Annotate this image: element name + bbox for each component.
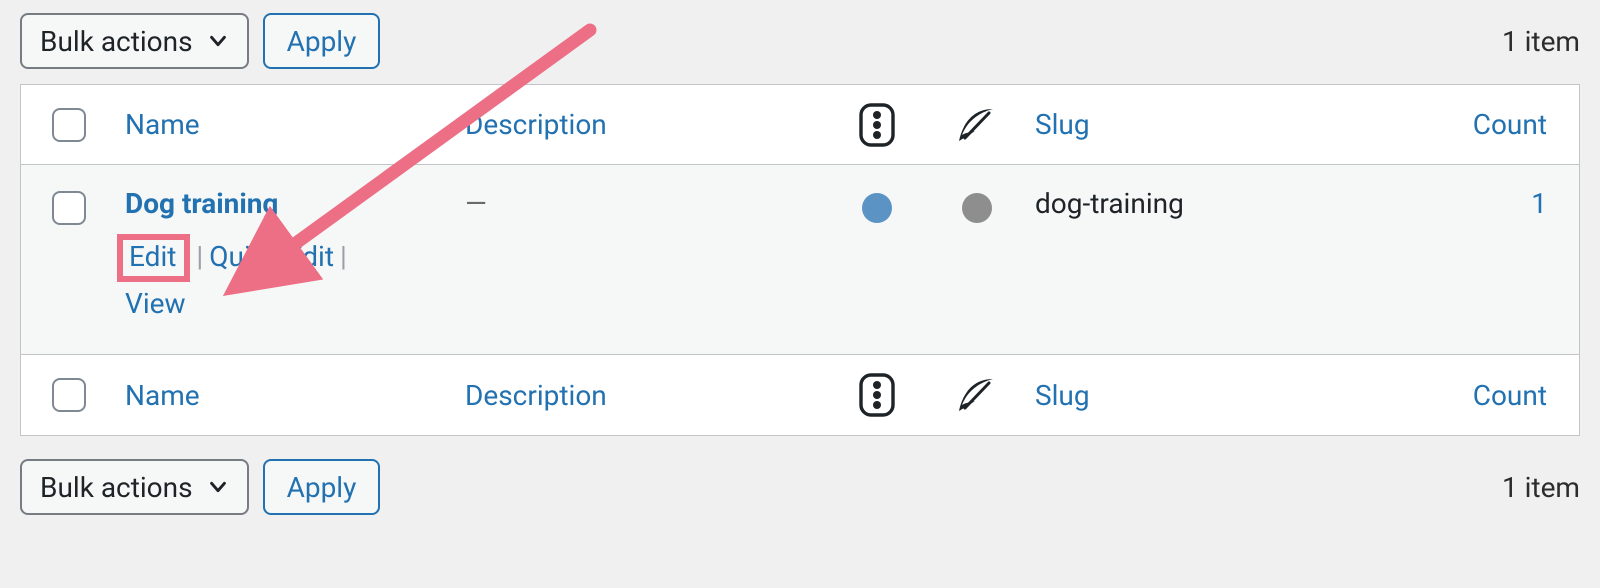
column-slug[interactable]: Slug (1035, 108, 1090, 141)
column-name-footer[interactable]: Name (125, 379, 200, 412)
select-all-checkbox-top[interactable] (52, 108, 86, 142)
terms-table: Name Description Slug Count (20, 84, 1580, 436)
bulk-actions-label-bottom: Bulk actions (40, 471, 193, 504)
column-traffic-light-icon[interactable] (827, 103, 927, 147)
annotation-highlight-edit: Edit (117, 234, 190, 282)
bulk-actions-select-bottom[interactable]: Bulk actions (20, 459, 249, 515)
item-count-bottom: 1 item (1502, 471, 1580, 504)
readability-indicator-grey (927, 187, 1027, 223)
column-feather-icon[interactable] (927, 105, 1027, 145)
table-header: Name Description Slug Count (21, 85, 1579, 165)
column-description[interactable]: Description (465, 108, 607, 141)
row-action-edit[interactable]: Edit (129, 240, 176, 273)
table-row: Dog training Edit |Quick Edit| View — do… (21, 165, 1579, 355)
column-description-footer[interactable]: Description (465, 379, 607, 412)
term-description: — (465, 187, 487, 220)
column-count-footer[interactable]: Count (1473, 379, 1547, 412)
bulk-actions-select-top[interactable]: Bulk actions (20, 13, 249, 69)
row-action-quick-edit[interactable]: Quick Edit (209, 240, 334, 273)
chevron-down-icon (207, 476, 229, 498)
select-all-checkbox-bottom[interactable] (52, 378, 86, 412)
column-traffic-light-icon-footer[interactable] (827, 373, 927, 417)
table-footer: Name Description Slug Count (21, 355, 1579, 435)
row-action-view[interactable]: View (125, 287, 186, 320)
row-checkbox[interactable] (52, 191, 86, 225)
bulk-actions-label: Bulk actions (40, 25, 193, 58)
term-title-link[interactable]: Dog training (125, 187, 278, 220)
column-slug-footer[interactable]: Slug (1035, 379, 1090, 412)
row-actions: Edit |Quick Edit| View (125, 234, 449, 325)
column-count[interactable]: Count (1473, 108, 1547, 141)
apply-button-top[interactable]: Apply (263, 13, 381, 69)
apply-button-bottom[interactable]: Apply (263, 459, 381, 515)
chevron-down-icon (207, 30, 229, 52)
seo-indicator-blue (827, 187, 927, 223)
item-count-top: 1 item (1502, 25, 1580, 58)
term-count-link[interactable]: 1 (1531, 187, 1547, 220)
column-name[interactable]: Name (125, 108, 200, 141)
term-slug: dog-training (1035, 187, 1184, 220)
column-feather-icon-footer[interactable] (927, 375, 1027, 415)
